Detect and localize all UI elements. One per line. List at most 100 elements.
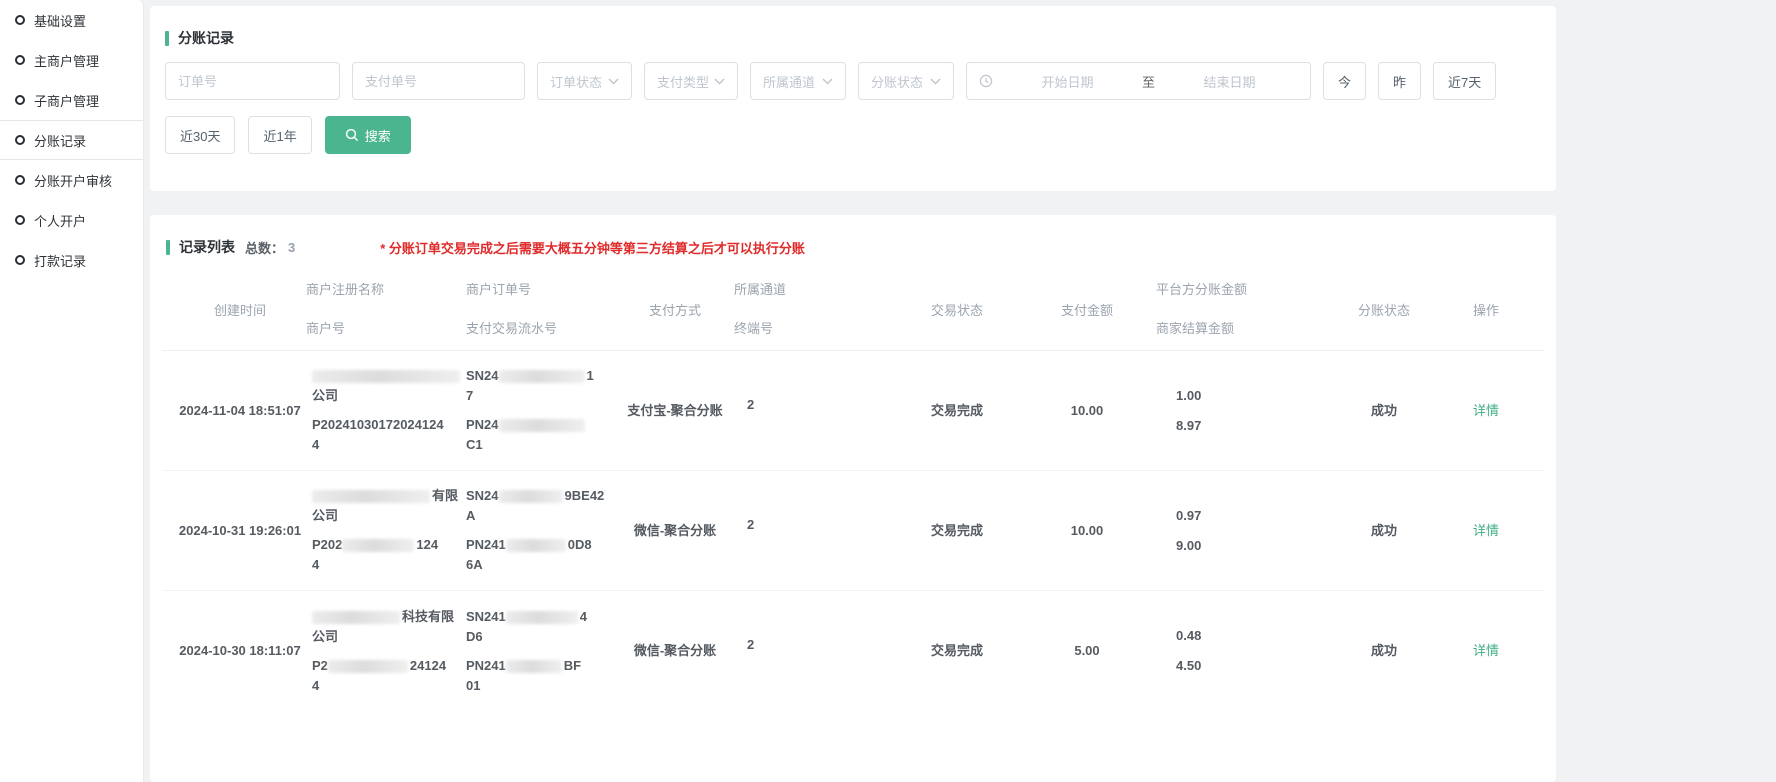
pay-method-cell: 支付宝-聚合分账 — [616, 351, 734, 470]
action-cell: 详情 — [1440, 471, 1532, 590]
detail-link[interactable]: 详情 — [1473, 641, 1499, 661]
sidebar-item-sub-merchant[interactable]: 子商户管理 — [0, 80, 143, 120]
sidebar: 基础设置 主商户管理 子商户管理 分账记录 分账开户审核 个人开户 打款记录 — [0, 0, 144, 782]
title-accent-bar — [165, 31, 169, 46]
radio-icon — [15, 15, 25, 25]
radio-icon — [15, 215, 25, 225]
col-split-amounts: 平台方分账金额 商家结算金额 — [1156, 271, 1328, 350]
sidebar-item-label: 个人开户 — [34, 211, 86, 230]
detail-link[interactable]: 详情 — [1473, 401, 1499, 421]
records-panel: 记录列表 总数： 3 * 分账订单交易完成之后需要大概五分钟等第三方结算之后才可… — [150, 215, 1556, 782]
split-status-cell: 成功 — [1328, 471, 1440, 590]
redacted-text — [506, 660, 562, 673]
order-status-select[interactable]: 订单状态 — [537, 62, 632, 100]
action-cell: 详情 — [1440, 351, 1532, 470]
sidebar-item-label: 打款记录 — [34, 251, 86, 270]
pay-amount-cell: 10.00 — [1018, 471, 1156, 590]
channel-select[interactable]: 所属通道 — [750, 62, 846, 100]
table-header: 创建时间 商户注册名称 商户号 商户订单号 支付交易流水号 支付方式 所属通道 … — [162, 271, 1544, 351]
pay-amount-cell: 5.00 — [1018, 591, 1156, 711]
detail-link[interactable]: 详情 — [1473, 521, 1499, 541]
create-time-cell: 2024-10-30 18:11:07 — [174, 591, 306, 711]
pay-method-cell: 微信-聚合分账 — [616, 591, 734, 711]
redacted-text — [342, 539, 414, 552]
last-7-days-button[interactable]: 近7天 — [1433, 62, 1496, 100]
redacted-text — [506, 539, 566, 552]
yesterday-button[interactable]: 昨 — [1378, 62, 1421, 100]
radio-icon — [15, 255, 25, 265]
split-status-select[interactable]: 分账状态 — [858, 62, 954, 100]
radio-icon — [15, 175, 25, 185]
terminal-cell: 2 — [734, 471, 896, 590]
search-icon — [345, 128, 359, 142]
title-accent-bar — [166, 240, 170, 255]
redacted-text — [328, 660, 408, 673]
clock-icon — [979, 74, 993, 88]
total-label: 总数： — [245, 238, 284, 257]
col-create-time: 创建时间 — [174, 271, 306, 350]
col-merchant: 商户注册名称 商户号 — [306, 271, 466, 350]
merchant-cell: 公司 P20241030172024124 4 — [306, 351, 466, 470]
col-order: 商户订单号 支付交易流水号 — [466, 271, 616, 350]
sidebar-item-main-merchant[interactable]: 主商户管理 — [0, 40, 143, 80]
redacted-text — [499, 419, 585, 432]
order-cell: SN249BE42 A PN2410D8 6A — [466, 471, 616, 590]
redacted-text — [506, 611, 578, 624]
split-status-cell: 成功 — [1328, 591, 1440, 711]
trade-status-cell: 交易完成 — [896, 591, 1018, 711]
pay-type-select[interactable]: 支付类型 — [644, 62, 738, 100]
last-30-days-button[interactable]: 近30天 — [165, 116, 235, 154]
col-pay-amount: 支付金额 — [1018, 271, 1156, 350]
split-amounts-cell: 0.97 9.00 — [1156, 471, 1328, 590]
sidebar-item-payout-records[interactable]: 打款记录 — [0, 240, 143, 280]
today-button[interactable]: 今 — [1323, 62, 1366, 100]
search-button[interactable]: 搜索 — [325, 116, 411, 154]
col-action: 操作 — [1440, 271, 1532, 350]
merchant-cell: 科技有限 公司 P224124 4 — [306, 591, 466, 711]
total-count: 3 — [288, 240, 295, 255]
sidebar-item-basic-settings[interactable]: 基础设置 — [0, 0, 143, 40]
pay-no-input[interactable] — [352, 62, 525, 100]
redacted-text — [499, 370, 585, 383]
sidebar-item-split-records[interactable]: 分账记录 — [0, 120, 143, 160]
sidebar-item-label: 主商户管理 — [34, 51, 99, 70]
order-cell: SN2414 D6 PN241BF 01 — [466, 591, 616, 711]
redacted-text — [312, 490, 430, 503]
chevron-down-icon — [608, 78, 619, 85]
order-cell: SN241 7 PN24 C1 — [466, 351, 616, 470]
last-year-button[interactable]: 近1年 — [248, 116, 311, 154]
settlement-notice: * 分账订单交易完成之后需要大概五分钟等第三方结算之后才可以执行分账 — [380, 238, 805, 257]
list-title: 记录列表 — [179, 237, 235, 257]
chevron-down-icon — [822, 78, 833, 85]
col-channel: 所属通道 终端号 — [734, 271, 896, 350]
redacted-text — [312, 370, 460, 383]
sidebar-item-label: 分账开户审核 — [34, 171, 112, 190]
page-title: 分账记录 — [178, 28, 234, 48]
terminal-cell: 2 — [734, 351, 896, 470]
sidebar-item-personal-account[interactable]: 个人开户 — [0, 200, 143, 240]
split-amounts-cell: 1.00 8.97 — [1156, 351, 1328, 470]
sidebar-item-split-account-review[interactable]: 分账开户审核 — [0, 160, 143, 200]
col-split-status: 分账状态 — [1328, 271, 1440, 350]
trade-status-cell: 交易完成 — [896, 471, 1018, 590]
create-time-cell: 2024-10-31 19:26:01 — [174, 471, 306, 590]
filter-row: 订单状态 支付类型 所属通道 分账状态 开始日期 至 结束日期 今 昨 近7天 — [165, 62, 1541, 100]
split-amounts-cell: 0.48 4.50 — [1156, 591, 1328, 711]
filter-panel: 分账记录 订单状态 支付类型 所属通道 分账状态 开始日期 至 结束日期 — [150, 6, 1556, 191]
radio-icon — [15, 135, 25, 145]
table-row: 2024-10-31 19:26:01 有限 公司 P202124 4 SN24… — [162, 471, 1544, 591]
redacted-text — [312, 611, 400, 624]
col-pay-method: 支付方式 — [616, 271, 734, 350]
chevron-down-icon — [714, 78, 725, 85]
merchant-cell: 有限 公司 P202124 4 — [306, 471, 466, 590]
end-date-placeholder[interactable]: 结束日期 — [1161, 72, 1298, 91]
start-date-placeholder[interactable]: 开始日期 — [999, 72, 1136, 91]
filter-row-2: 近30天 近1年 搜索 — [165, 116, 1541, 154]
radio-icon — [15, 55, 25, 65]
date-range-picker[interactable]: 开始日期 至 结束日期 — [966, 62, 1311, 100]
col-trade-status: 交易状态 — [896, 271, 1018, 350]
pay-amount-cell: 10.00 — [1018, 351, 1156, 470]
table-row: 2024-11-04 18:51:07 公司 P2024103017202412… — [162, 351, 1544, 471]
sidebar-item-label: 基础设置 — [34, 11, 86, 30]
order-no-input[interactable] — [165, 62, 340, 100]
